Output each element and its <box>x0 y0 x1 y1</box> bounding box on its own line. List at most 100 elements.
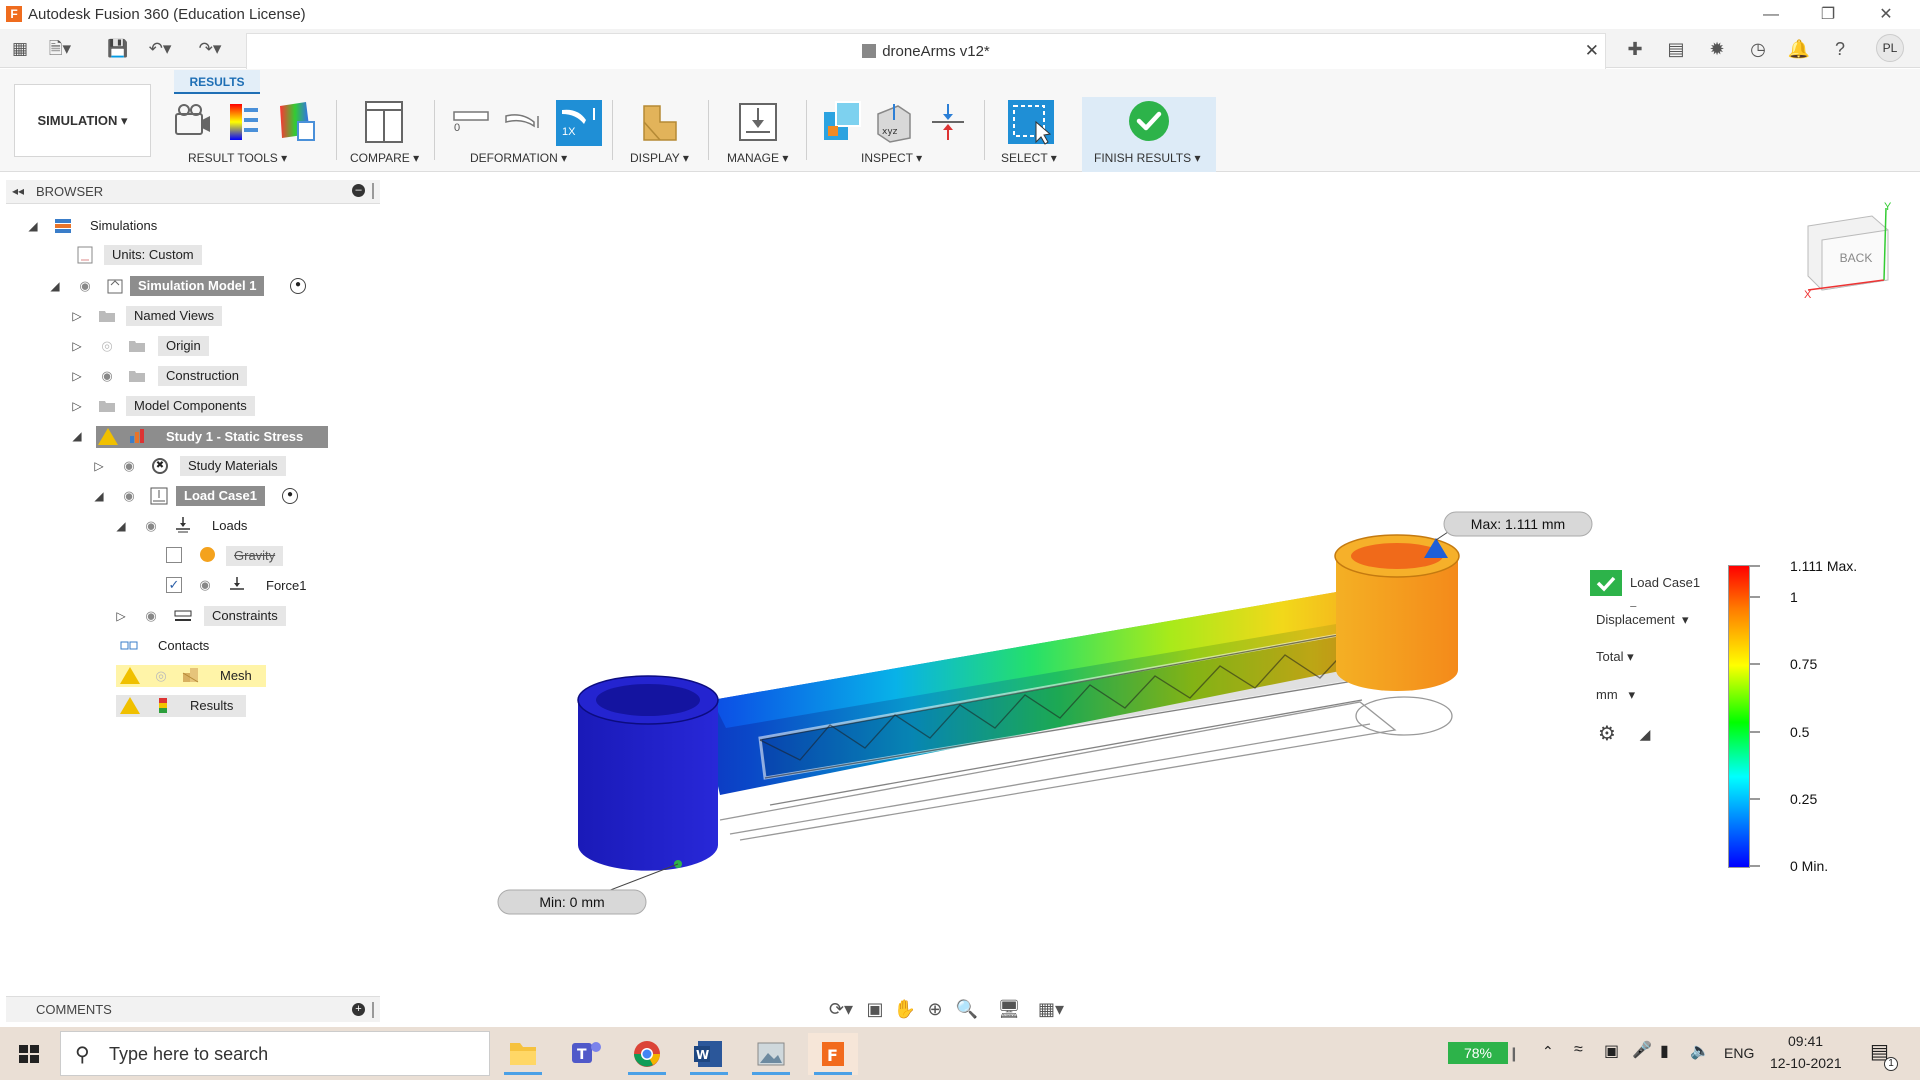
display-settings-icon[interactable]: 🖥▾ <box>994 997 1024 1021</box>
group-select[interactable]: SELECT ▾ <box>1001 151 1057 165</box>
activate-model-radio[interactable]: ● <box>290 278 306 294</box>
visibility-eye-icon[interactable]: ◉ <box>98 369 116 383</box>
tree-gravity[interactable]: Gravity <box>226 546 283 566</box>
orbit-icon[interactable]: ⟳▾ <box>826 997 856 1021</box>
battery-icon[interactable]: ▮ <box>1660 1041 1669 1061</box>
expand-construction[interactable]: ▷ <box>70 369 84 383</box>
pan-hand-icon[interactable]: ✋ <box>890 997 920 1021</box>
help-icon[interactable]: ? <box>1827 36 1853 62</box>
tree-simulation-model[interactable]: Simulation Model 1 <box>130 276 264 296</box>
browser-header[interactable]: ◂◂ BROWSER – <box>6 180 380 204</box>
add-comment-icon[interactable]: + <box>352 1003 365 1016</box>
look-at-icon[interactable]: ▣ <box>860 997 890 1021</box>
tree-study-materials[interactable]: Study Materials <box>180 456 286 476</box>
tree-construction[interactable]: Construction <box>158 366 247 386</box>
expand-simulations[interactable]: ◢ <box>26 219 40 233</box>
battery-indicator[interactable]: 78% <box>1448 1042 1508 1064</box>
restore-button[interactable]: ❐ <box>1805 2 1851 28</box>
activate-load-case-radio[interactable]: ● <box>282 488 298 504</box>
workspace-switcher[interactable]: SIMULATION ▾ <box>14 84 151 157</box>
fit-zoom-icon[interactable]: 🔍▾ <box>952 997 982 1021</box>
tab-results[interactable]: RESULTS <box>174 70 260 94</box>
deformation-actual-button[interactable]: 1X <box>556 100 602 146</box>
expand-named-views[interactable]: ▷ <box>70 309 84 323</box>
group-manage[interactable]: MANAGE ▾ <box>727 151 788 165</box>
browser-pin-icon[interactable] <box>372 183 374 199</box>
zoom-icon[interactable]: ⊕ <box>920 997 950 1021</box>
clock-time[interactable]: 09:41 <box>1788 1033 1823 1049</box>
redo-icon[interactable]: ↷▾ <box>198 37 222 61</box>
inspect-probes-icon[interactable] <box>822 100 862 144</box>
minimize-button[interactable]: — <box>1748 2 1794 28</box>
tree-force[interactable]: Force1 <box>258 576 314 596</box>
job-status-icon[interactable]: ◷ <box>1745 36 1771 62</box>
close-window-button[interactable]: ✕ <box>1863 2 1909 28</box>
expand-study[interactable]: ◢ <box>70 429 84 443</box>
manage-icon[interactable] <box>738 100 778 144</box>
hidden-eye-icon[interactable]: ◎ <box>152 669 170 683</box>
save-icon[interactable]: 💾 <box>106 37 130 61</box>
animate-result-icon[interactable] <box>172 100 212 144</box>
grid-settings-icon[interactable]: ▦▾ <box>1036 997 1066 1021</box>
inspect-measure-icon[interactable]: xyz <box>874 100 914 144</box>
expand-origin[interactable]: ▷ <box>70 339 84 353</box>
units-dropdown[interactable]: mm ▾ <box>1590 682 1648 708</box>
expand-simulation-model[interactable]: ◢ <box>48 279 62 293</box>
tree-named-views[interactable]: Named Views <box>126 306 222 326</box>
component-dropdown[interactable]: Total ▾ <box>1590 644 1640 670</box>
volume-icon[interactable]: 🔈 <box>1690 1041 1710 1061</box>
load-case-check-icon[interactable] <box>1590 570 1622 596</box>
inspect-reaction-force-icon[interactable] <box>928 100 968 144</box>
visibility-eye-icon[interactable]: ◉ <box>142 609 160 623</box>
gravity-checkbox[interactable] <box>166 547 182 563</box>
collapse-browser-icon[interactable]: ◂◂ <box>12 184 24 198</box>
visibility-eye-icon[interactable]: ◉ <box>120 489 138 503</box>
teams-icon[interactable]: T <box>560 1033 610 1075</box>
tray-expand-icon[interactable]: ⌃ <box>1542 1043 1554 1060</box>
group-compare[interactable]: COMPARE ▾ <box>350 151 419 165</box>
microphone-icon[interactable]: 🎤 <box>1632 1040 1652 1060</box>
tree-loads[interactable]: Loads <box>204 516 255 536</box>
expand-model-components[interactable]: ▷ <box>70 399 84 413</box>
clock-date[interactable]: 12-10-2021 <box>1770 1055 1842 1071</box>
compare-icon[interactable] <box>364 100 404 144</box>
load-case-dropdown[interactable]: Load Case1 ▾ <box>1624 570 1714 596</box>
user-avatar[interactable]: PL <box>1876 34 1904 62</box>
file-menu-icon[interactable]: 🗎▾ <box>48 37 72 61</box>
result-legend-icon[interactable] <box>224 100 264 144</box>
hidden-eye-icon[interactable]: ◎ <box>98 339 116 353</box>
comments-panel[interactable]: COMMENTS + <box>6 996 380 1022</box>
group-deformation[interactable]: DEFORMATION ▾ <box>470 151 567 165</box>
file-explorer-icon[interactable] <box>498 1033 548 1075</box>
group-display[interactable]: DISPLAY ▾ <box>630 151 689 165</box>
tree-simulations[interactable]: Simulations <box>82 216 165 236</box>
extensions-icon[interactable]: ✹ <box>1704 36 1730 62</box>
tree-results[interactable]: Results <box>182 696 241 716</box>
tree-mesh[interactable]: Mesh <box>212 666 260 686</box>
deformation-adjusted-icon[interactable] <box>504 102 544 146</box>
undo-icon[interactable]: ↶▾ <box>148 37 172 61</box>
group-result-tools[interactable]: RESULT TOOLS ▾ <box>188 151 287 165</box>
comments-pin-icon[interactable] <box>372 1002 374 1018</box>
browser-minimize-icon[interactable]: – <box>352 184 365 197</box>
tree-load-case[interactable]: Load Case1 <box>176 486 265 506</box>
camera-icon[interactable]: ▣ <box>1604 1041 1619 1061</box>
windows-start-icon[interactable] <box>14 1039 44 1069</box>
legend-expand-icon[interactable]: ◢ <box>1630 721 1660 747</box>
legend-settings-gear-icon[interactable]: ⚙ <box>1592 721 1622 747</box>
expand-loads[interactable]: ◢ <box>114 519 128 533</box>
display-options-icon[interactable] <box>640 102 680 146</box>
photos-icon[interactable] <box>746 1033 796 1075</box>
force-checkbox[interactable]: ✓ <box>166 577 182 593</box>
chrome-icon[interactable] <box>622 1033 672 1075</box>
notifications-icon[interactable]: 🔔 <box>1786 36 1812 62</box>
group-inspect[interactable]: INSPECT ▾ <box>861 151 922 165</box>
expand-load-case[interactable]: ◢ <box>92 489 106 503</box>
view-cube[interactable]: BACK Y X <box>1804 201 1892 301</box>
result-type-dropdown[interactable]: Displacement ▾ <box>1590 607 1700 633</box>
visibility-eye-icon[interactable]: ◉ <box>142 519 160 533</box>
tree-contacts[interactable]: Contacts <box>150 636 217 656</box>
visibility-eye-icon[interactable]: ◉ <box>120 459 138 473</box>
tree-model-components[interactable]: Model Components <box>126 396 255 416</box>
expand-study-materials[interactable]: ▷ <box>92 459 106 473</box>
